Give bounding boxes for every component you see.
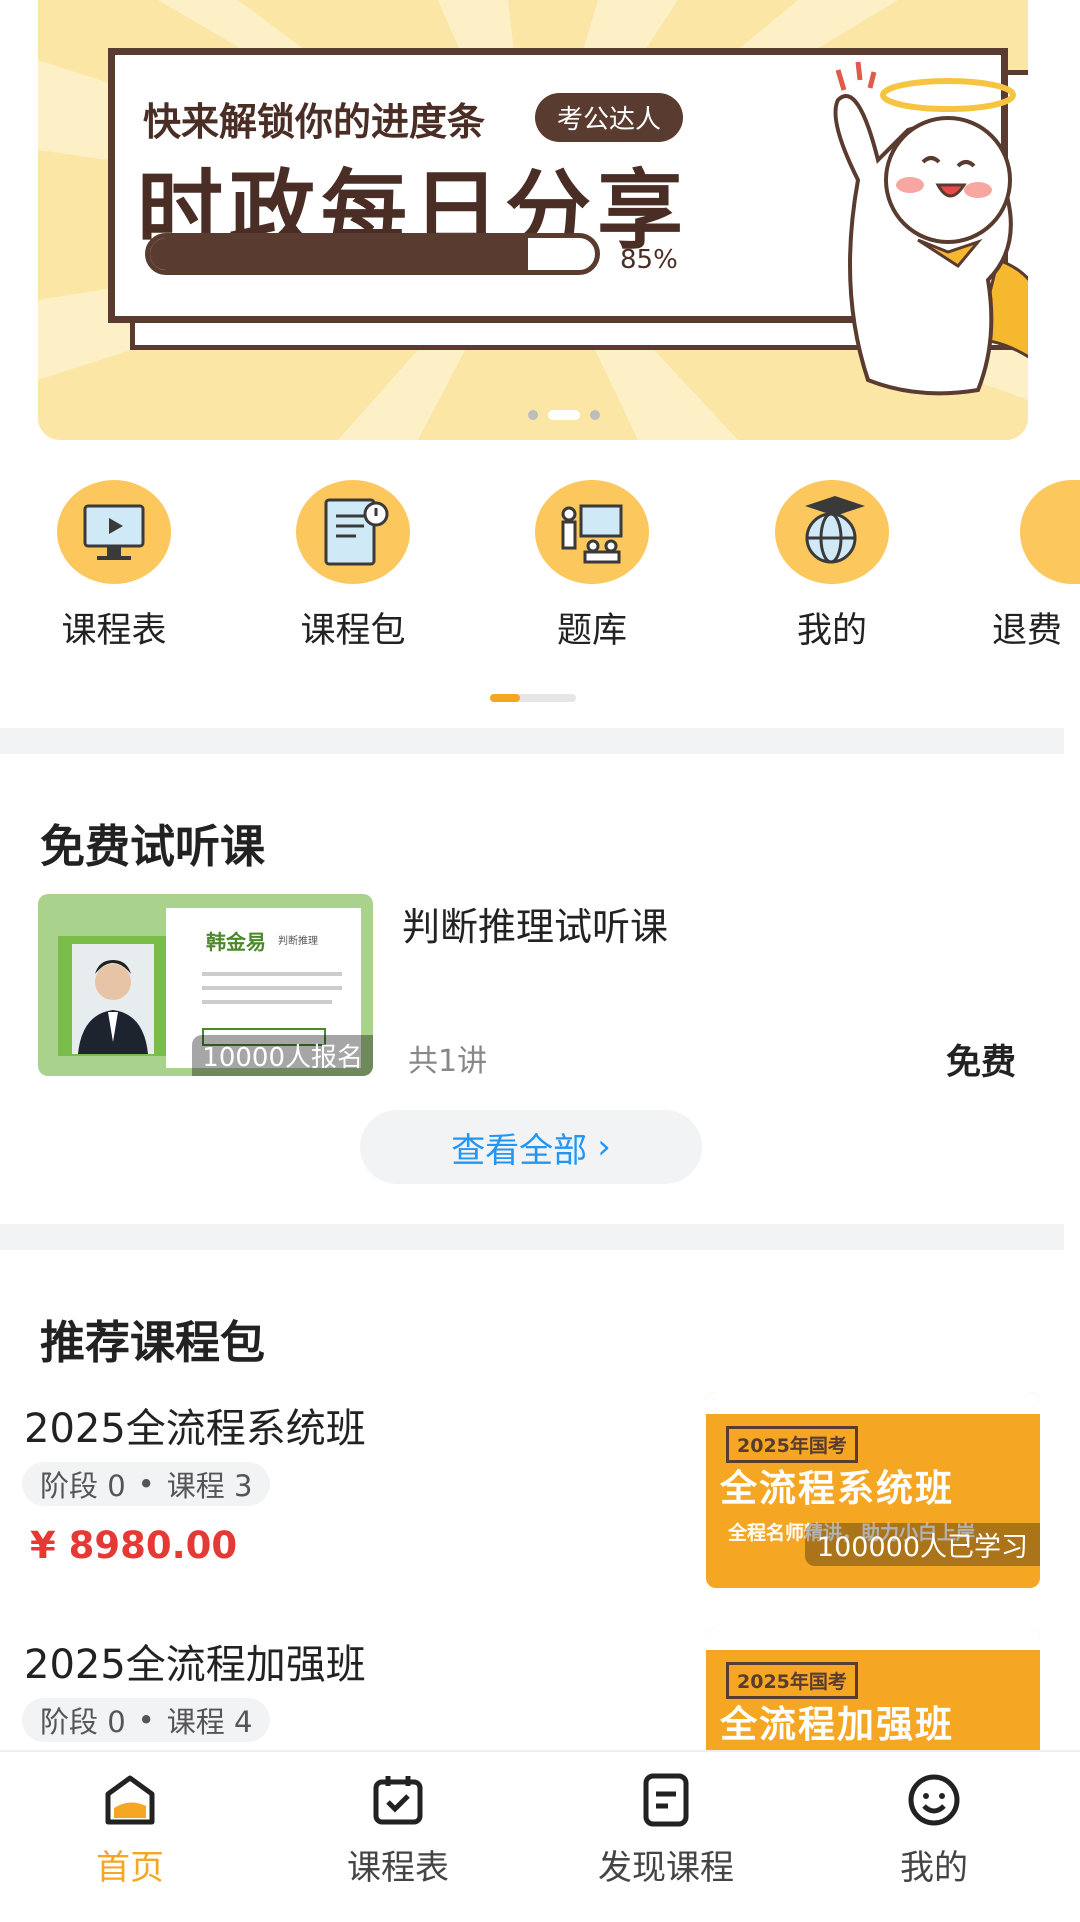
thumbnail-topbar xyxy=(706,1628,1040,1650)
nav-item-mine[interactable]: 我的 xyxy=(752,480,912,653)
banner-indicator xyxy=(528,410,600,420)
trial-course-name[interactable]: 判断推理试听课 xyxy=(402,896,668,951)
nav-item-course-package[interactable]: 课程包 xyxy=(273,480,433,653)
meta-separator: • xyxy=(137,1467,155,1501)
tab-label: 我的 xyxy=(900,1848,968,1888)
section-divider xyxy=(0,728,1064,754)
tab-discover[interactable]: 发现课程 xyxy=(566,1772,766,1889)
tab-home[interactable]: 首页 xyxy=(30,1772,230,1889)
tab-label: 发现课程 xyxy=(598,1848,734,1888)
home-icon xyxy=(105,1775,155,1825)
trial-lesson-count: 共1讲 xyxy=(408,1044,488,1079)
trial-price: 免费 xyxy=(946,1043,1017,1083)
video-course-icon xyxy=(57,480,171,584)
free-trial-title: 免费试听课 xyxy=(40,820,266,873)
teacher-photo xyxy=(72,944,154,1054)
mascot-illustration xyxy=(833,61,1028,396)
packages-title: 推荐课程包 xyxy=(40,1316,266,1369)
banner-dot-active xyxy=(548,410,580,420)
thumbnail-topbar xyxy=(706,1392,1040,1414)
nav-item-question-bank[interactable]: 题库 xyxy=(512,480,672,653)
nav-item-refund[interactable]: 退费 xyxy=(992,480,1080,653)
quick-nav: 课程表 课程包 题库 我的 退费 xyxy=(0,480,1080,653)
view-all-label: 查看全部 xyxy=(451,1130,588,1171)
banner-progress-text: 85% xyxy=(620,245,678,275)
banner-dot xyxy=(528,410,538,420)
package-meta: 阶段 0 • 课程 3 xyxy=(22,1462,271,1506)
quick-nav-pager xyxy=(490,694,576,702)
nav-label: 我的 xyxy=(796,611,867,651)
calendar-check-icon xyxy=(373,1776,423,1825)
smiley-icon xyxy=(908,1774,960,1826)
refund-icon xyxy=(1020,480,1080,584)
meta-separator: • xyxy=(137,1703,155,1737)
nav-label: 课程包 xyxy=(300,611,406,651)
enrolled-count: 10000人报名 xyxy=(192,1035,373,1076)
thumbnail-text-line xyxy=(202,972,342,976)
banner-progress-bar xyxy=(145,233,600,275)
banner-subtitle: 快来解锁你的进度条 xyxy=(143,100,486,144)
package-price: ¥ 8980.00 xyxy=(30,1524,238,1567)
nav-label: 退费 xyxy=(992,611,1063,651)
book-info-icon xyxy=(296,480,410,584)
package-thumbnail[interactable]: 2025年国考 全流程系统班 全程名师精讲，助力小白上岸 100000人已学习 xyxy=(706,1392,1040,1588)
globe-graduation-icon xyxy=(775,480,889,584)
nav-label: 题库 xyxy=(556,611,627,651)
pager-active xyxy=(490,694,520,702)
tab-schedule[interactable]: 课程表 xyxy=(298,1772,498,1889)
section-divider xyxy=(0,1224,1064,1250)
teacher-name: 韩金易 xyxy=(206,930,266,954)
thumbnail-text-line xyxy=(202,986,342,990)
view-all-button[interactable]: 查看全部 › xyxy=(360,1110,702,1184)
promo-banner[interactable]: 快来解锁你的进度条 考公达人 时政每日分享 85% xyxy=(38,0,1028,440)
nav-label: 课程表 xyxy=(61,611,167,651)
package-meta: 阶段 0 • 课程 4 xyxy=(22,1698,271,1742)
nav-item-schedule[interactable]: 课程表 xyxy=(34,480,194,653)
tab-label: 首页 xyxy=(96,1848,164,1888)
teacher-tag: 判断推理 xyxy=(278,936,318,947)
learner-count: 100000人已学习 xyxy=(804,1523,1040,1566)
package-stage: 阶段 0 xyxy=(40,1705,126,1739)
package-course-count: 课程 4 xyxy=(166,1705,253,1739)
document-icon xyxy=(643,1773,689,1827)
thumbnail-text-line xyxy=(202,1000,332,1004)
trial-course-thumbnail[interactable]: 韩金易 判断推理 10000人报名 xyxy=(38,894,373,1076)
thumbnail-title: 全流程系统班 xyxy=(720,1467,954,1510)
package-stage: 阶段 0 xyxy=(40,1469,126,1503)
tab-label: 课程表 xyxy=(347,1848,449,1888)
chevron-right-icon: › xyxy=(597,1127,611,1167)
package-course-count: 课程 3 xyxy=(166,1469,253,1503)
tab-mine[interactable]: 我的 xyxy=(834,1772,1034,1889)
banner-progress-fill xyxy=(150,238,529,270)
banner-dot xyxy=(590,410,600,420)
banner-badge: 考公达人 xyxy=(535,93,684,142)
package-name[interactable]: 2025全流程系统班 xyxy=(24,1396,366,1454)
thumbnail-title: 全流程加强班 xyxy=(720,1703,954,1746)
package-name[interactable]: 2025全流程加强班 xyxy=(24,1632,366,1690)
classroom-icon xyxy=(535,480,649,584)
bottom-tab-bar: 首页 课程表 发现课程 我的 xyxy=(0,1750,1080,1922)
